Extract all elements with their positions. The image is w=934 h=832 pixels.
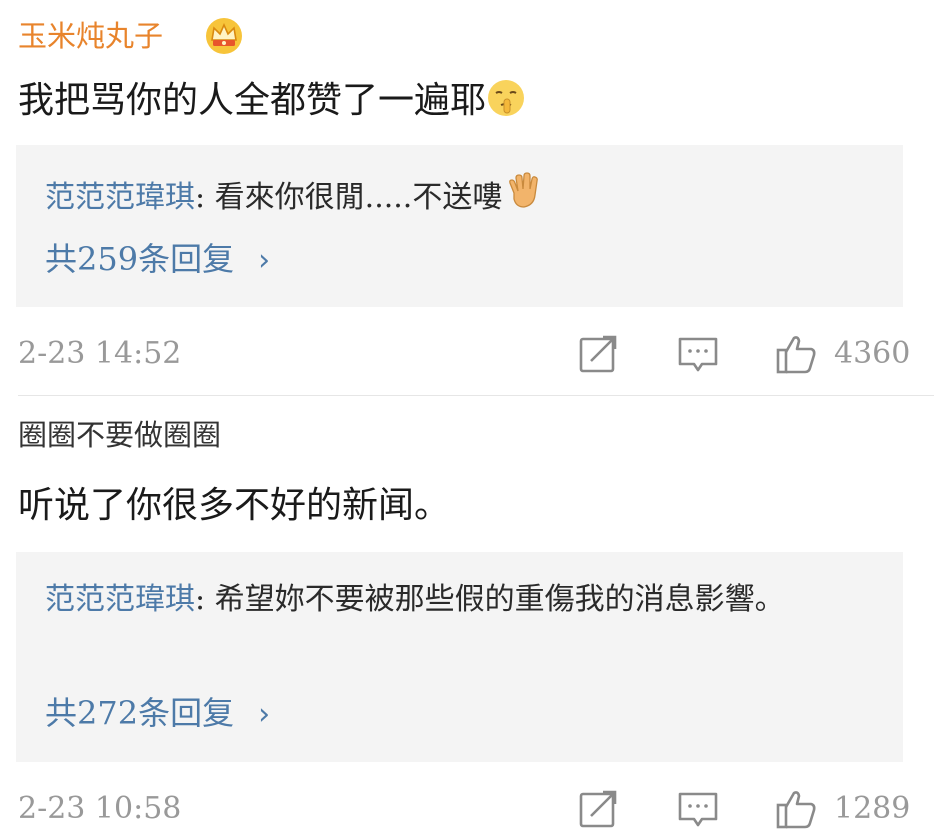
chevron-right-icon: › xyxy=(258,243,271,278)
shush-face-icon xyxy=(488,80,525,116)
comment-text-content: 听说了你很多不好的新闻。 xyxy=(18,485,451,526)
thumbs-up-icon[interactable] xyxy=(774,787,818,831)
reply-preview-text: 范范范瑋琪: 希望妳不要被那些假的重傷我的消息影響。 xyxy=(45,574,849,626)
view-replies-link[interactable]: 共272条回复 › xyxy=(45,693,270,735)
comment-text: 听说了你很多不好的新闻。 xyxy=(18,484,450,528)
reply-count-label: 共259条回复 xyxy=(45,240,235,278)
waving-hand-icon xyxy=(509,172,539,208)
share-icon[interactable] xyxy=(577,787,621,831)
comment-username[interactable]: 玉米炖丸子 xyxy=(18,18,163,54)
comment-text: 我把骂你的人全都赞了一遍耶 xyxy=(18,78,526,123)
reply-preview[interactable]: 范范范瑋琪: 看來你很閒.....不送嘍 共259条回复 › xyxy=(16,145,903,307)
chevron-right-icon: › xyxy=(258,697,271,732)
reply-author[interactable]: 范范范瑋琪 xyxy=(45,180,195,215)
comment-icon[interactable] xyxy=(676,332,720,376)
reply-preview[interactable]: 范范范瑋琪: 希望妳不要被那些假的重傷我的消息影響。 共272条回复 › xyxy=(16,552,903,762)
view-replies-link[interactable]: 共259条回复 › xyxy=(45,239,270,281)
comment-timestamp: 2-23 10:58 xyxy=(18,791,182,826)
comment-text-content: 我把骂你的人全都赞了一遍耶 xyxy=(18,80,487,121)
comment-timestamp: 2-23 14:52 xyxy=(18,336,182,371)
comment-item: 圈圈不要做圈圈 听说了你很多不好的新闻。 范范范瑋琪: 希望妳不要被那些假的重傷… xyxy=(0,396,934,832)
reply-separator: : xyxy=(195,582,215,617)
reply-preview-text: 范范范瑋琪: 看來你很閒.....不送嘍 xyxy=(45,169,849,224)
reply-content: 看來你很閒.....不送嘍 xyxy=(214,180,503,215)
like-count: 4360 xyxy=(834,336,911,371)
reply-separator: : xyxy=(195,180,215,215)
share-icon[interactable] xyxy=(577,332,621,376)
comment-footer: 2-23 14:52 4360 xyxy=(0,332,934,376)
reply-author[interactable]: 范范范瑋琪 xyxy=(45,582,195,617)
reply-count-label: 共272条回复 xyxy=(45,694,235,732)
comment-username[interactable]: 圈圈不要做圈圈 xyxy=(18,417,221,453)
like-count: 1289 xyxy=(834,791,911,826)
comment-item: 玉米炖丸子 我把骂你的人全都赞了一遍耶 范范范瑋琪: 看來你很閒.....不送嘍… xyxy=(0,0,934,395)
vip-crown-icon xyxy=(206,18,242,54)
comment-icon[interactable] xyxy=(676,787,720,831)
thumbs-up-icon[interactable] xyxy=(774,332,818,376)
comment-footer: 2-23 10:58 1289 xyxy=(0,787,934,831)
reply-content: 希望妳不要被那些假的重傷我的消息影響。 xyxy=(214,582,785,617)
